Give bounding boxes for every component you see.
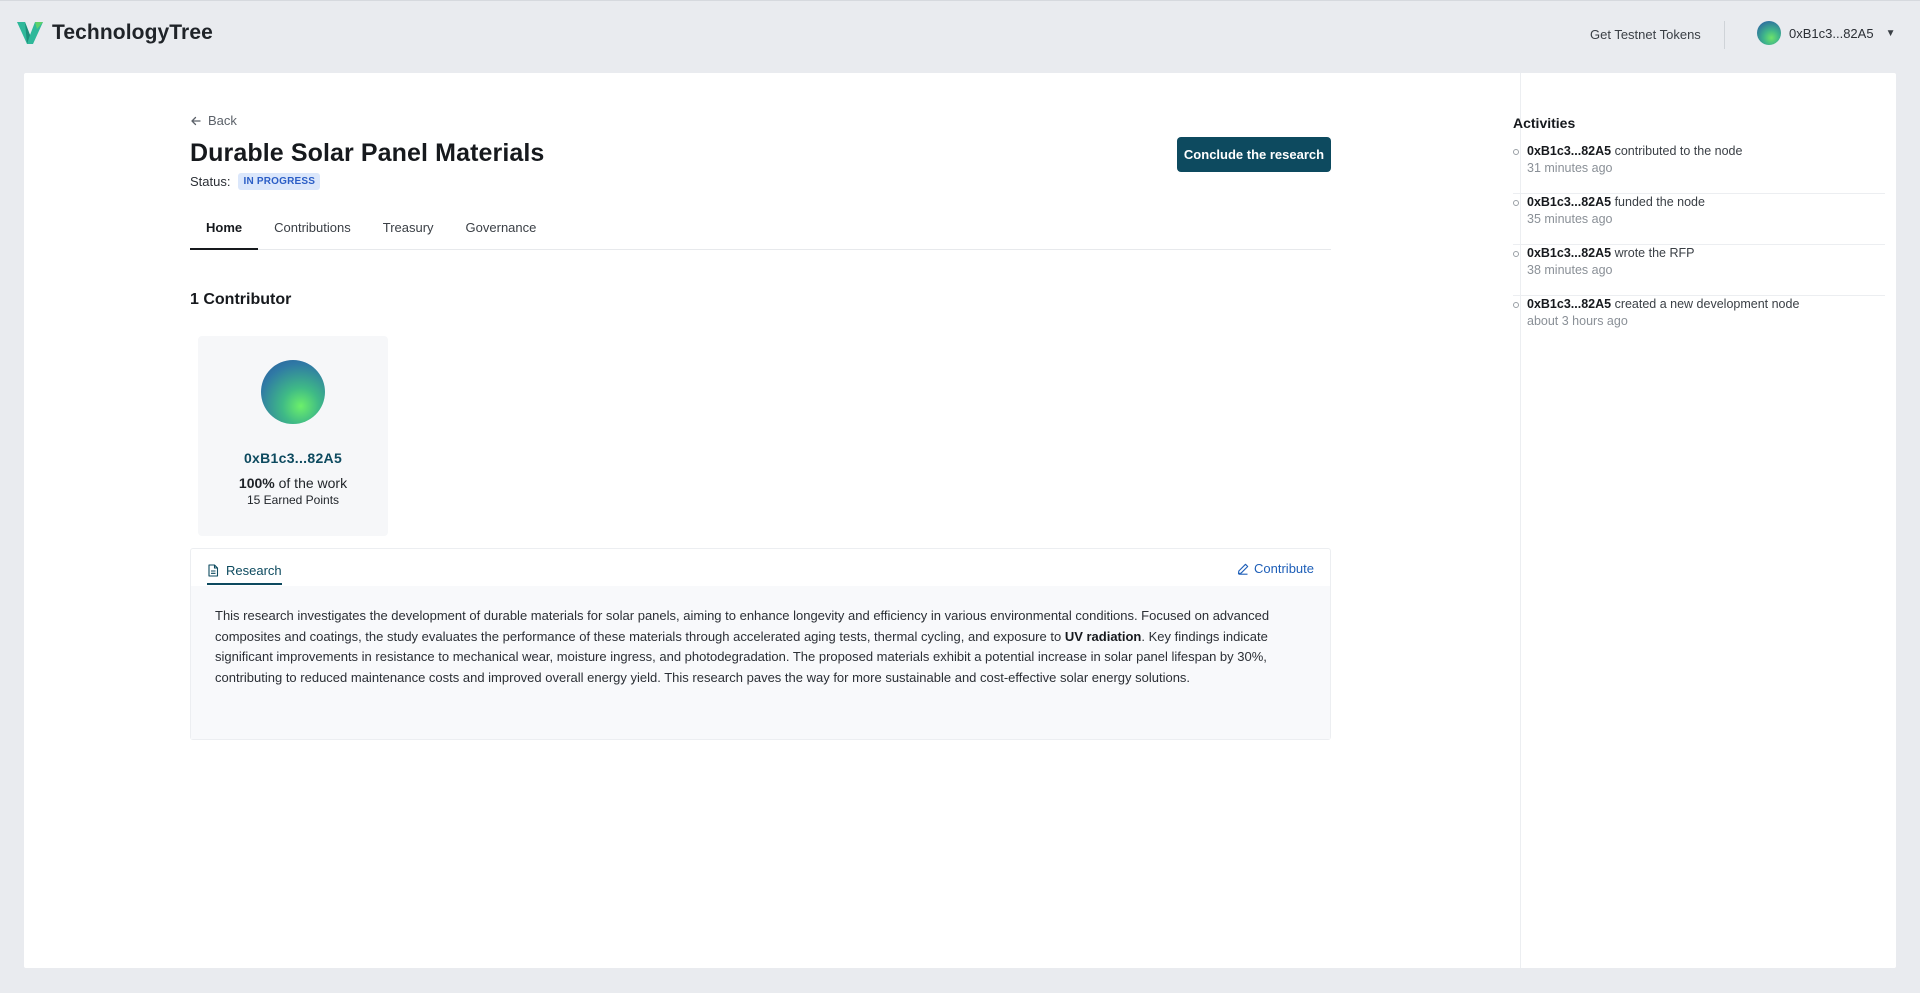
contributor-address: 0xB1c3...82A5 <box>243 450 343 466</box>
tab-home[interactable]: Home <box>190 213 259 250</box>
activity-action: contributed to the node <box>1611 144 1743 158</box>
top-bar: TechnologyTree Get Testnet Tokens 0xB1c3… <box>0 0 1920 66</box>
activity-bullet-icon <box>1513 149 1519 155</box>
account-avatar <box>1757 21 1781 45</box>
chevron-down-icon: ▼ <box>1885 27 1896 39</box>
activity-time: about 3 hours ago <box>1527 314 1628 328</box>
activity-time: 38 minutes ago <box>1527 263 1613 277</box>
activity-item: 0xB1c3...82A5 wrote the RFP 38 minutes a… <box>1513 245 1885 296</box>
activity-time: 31 minutes ago <box>1527 161 1613 175</box>
activities-title: Activities <box>1513 115 1576 131</box>
research-panel: Research Contribute This research invest… <box>190 548 1331 740</box>
brand-name: TechnologyTree <box>52 21 213 44</box>
page-title: Durable Solar Panel Materials <box>190 139 545 167</box>
contribute-label: Contribute <box>1254 561 1314 576</box>
technologytree-logo-icon <box>17 22 43 44</box>
activity-action: funded the node <box>1611 195 1705 209</box>
tab-governance[interactable]: Governance <box>450 213 553 250</box>
account-address: 0xB1c3...82A5 <box>1789 25 1874 41</box>
contributor-points: 15 Earned Points <box>246 493 340 507</box>
topbar-divider <box>1724 21 1725 49</box>
conclude-research-button[interactable]: Conclude the research <box>1177 137 1331 172</box>
activity-bullet-icon <box>1513 302 1519 308</box>
activity-action: wrote the RFP <box>1611 246 1695 260</box>
activity-address[interactable]: 0xB1c3...82A5 <box>1527 297 1611 311</box>
contributor-share-value: 100% <box>238 475 275 491</box>
activity-time: 35 minutes ago <box>1527 212 1613 226</box>
activity-address[interactable]: 0xB1c3...82A5 <box>1527 246 1611 260</box>
contributor-card[interactable]: 0xB1c3...82A5 100% of the work 15 Earned… <box>198 336 388 536</box>
activity-address[interactable]: 0xB1c3...82A5 <box>1527 144 1611 158</box>
research-tab-label: Research <box>226 563 282 578</box>
contributor-avatar <box>261 360 325 424</box>
back-link[interactable]: Back <box>190 113 237 128</box>
contributor-share-suffix: of the work <box>274 475 348 491</box>
activity-item: 0xB1c3...82A5 created a new development … <box>1513 296 1885 347</box>
status-label: Status: <box>190 174 231 189</box>
get-testnet-tokens-link[interactable]: Get Testnet Tokens <box>1590 27 1701 42</box>
contributors-heading: 1 Contributor <box>190 291 292 308</box>
activities-list: 0xB1c3...82A5 contributed to the node 31… <box>1513 143 1885 347</box>
tab-contributions[interactable]: Contributions <box>258 213 367 250</box>
node-tabs: Home Contributions Treasury Governance <box>190 213 1331 250</box>
document-icon <box>208 564 219 577</box>
research-tab[interactable]: Research <box>207 563 282 585</box>
status-badge: IN PROGRESS <box>238 173 321 190</box>
research-content: This research investigates the developme… <box>191 586 1330 739</box>
status-row: Status: IN PROGRESS <box>190 173 321 190</box>
contribute-link[interactable]: Contribute <box>1237 561 1314 576</box>
activity-bullet-icon <box>1513 200 1519 206</box>
activity-bullet-icon <box>1513 251 1519 257</box>
activity-item: 0xB1c3...82A5 funded the node 35 minutes… <box>1513 194 1885 245</box>
activity-action: created a new development node <box>1611 297 1800 311</box>
activity-address[interactable]: 0xB1c3...82A5 <box>1527 195 1611 209</box>
arrow-left-icon <box>191 116 201 125</box>
tab-treasury[interactable]: Treasury <box>367 213 450 250</box>
account-menu[interactable]: 0xB1c3...82A5 ▼ <box>1757 21 1895 45</box>
activity-item: 0xB1c3...82A5 contributed to the node 31… <box>1513 143 1885 194</box>
brand[interactable]: TechnologyTree <box>16 20 213 46</box>
pencil-icon <box>1237 563 1249 575</box>
contributor-share: 100% of the work <box>198 475 388 491</box>
research-text-bold: UV radiation <box>1064 628 1142 644</box>
main-card: Back Durable Solar Panel Materials Statu… <box>24 73 1896 968</box>
back-label: Back <box>208 113 237 128</box>
